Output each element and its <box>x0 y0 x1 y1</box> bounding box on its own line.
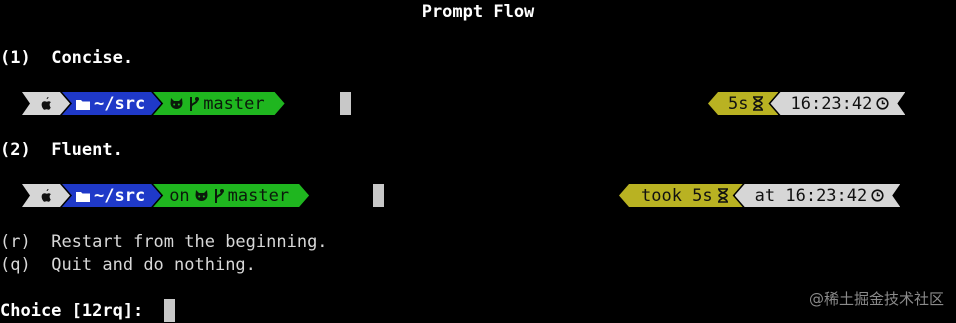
git-branch-name: master <box>227 185 290 206</box>
option-key: (1) <box>0 48 31 68</box>
duration-segment: 5s <box>708 92 778 115</box>
directory-path: ~/src <box>94 93 146 114</box>
option-label: Concise. <box>51 48 134 68</box>
right-prompt-fluent: took 5s at 16:23:42 <box>627 184 900 207</box>
page-title: Prompt Flow <box>421 2 535 22</box>
input-cursor[interactable] <box>164 299 175 322</box>
directory-path: ~/src <box>94 185 146 206</box>
time-text: 16:23:42 <box>790 93 873 114</box>
github-icon <box>194 189 209 203</box>
cursor-block <box>340 92 351 115</box>
github-icon <box>169 97 184 111</box>
left-prompt-concise: ~/src master <box>22 92 277 115</box>
right-prompt-concise: 5s 16:23:42 <box>716 92 905 115</box>
duration-text: took 5s <box>641 185 713 206</box>
directory-segment: ~/src <box>62 184 161 207</box>
option-key: (2) <box>0 140 31 160</box>
apple-icon <box>39 188 53 204</box>
action-key: (q) <box>0 255 31 275</box>
action-restart[interactable]: (r) Restart from the beginning. <box>0 231 328 253</box>
directory-segment: ~/src <box>62 92 161 115</box>
git-segment: master <box>153 92 284 115</box>
os-segment <box>22 92 70 115</box>
action-label: Quit and do nothing. <box>51 255 256 275</box>
option-2-heading[interactable]: (2) Fluent. <box>0 139 123 161</box>
clock-icon <box>876 97 889 110</box>
clock-icon <box>871 189 884 202</box>
hourglass-icon <box>752 96 764 111</box>
action-label: Restart from the beginning. <box>51 232 328 252</box>
os-segment <box>22 184 70 207</box>
option-1-heading[interactable]: (1) Concise. <box>0 47 133 69</box>
choice-prompt: Choice [12rq]: <box>0 301 144 321</box>
time-text: at 16:23:42 <box>754 185 868 206</box>
action-key: (r) <box>0 232 31 252</box>
apple-icon <box>39 96 53 112</box>
duration-text: 5s <box>728 93 749 114</box>
hourglass-icon <box>717 188 729 203</box>
git-branch-icon <box>188 96 199 112</box>
left-prompt-fluent: ~/src on master <box>22 184 301 207</box>
watermark: @稀土掘金技术社区 <box>808 290 944 308</box>
duration-segment: took 5s <box>619 184 743 207</box>
time-segment: at 16:23:42 <box>735 184 901 207</box>
git-branch-icon <box>213 188 224 204</box>
git-segment: on master <box>153 184 309 207</box>
folder-icon <box>76 98 90 110</box>
git-branch-name: master <box>203 93 265 114</box>
git-prefix: on <box>169 185 190 206</box>
action-quit[interactable]: (q) Quit and do nothing. <box>0 254 256 276</box>
option-label: Fluent. <box>51 140 123 160</box>
cursor-block <box>373 184 384 207</box>
folder-icon <box>76 190 90 202</box>
time-segment: 16:23:42 <box>770 92 905 115</box>
